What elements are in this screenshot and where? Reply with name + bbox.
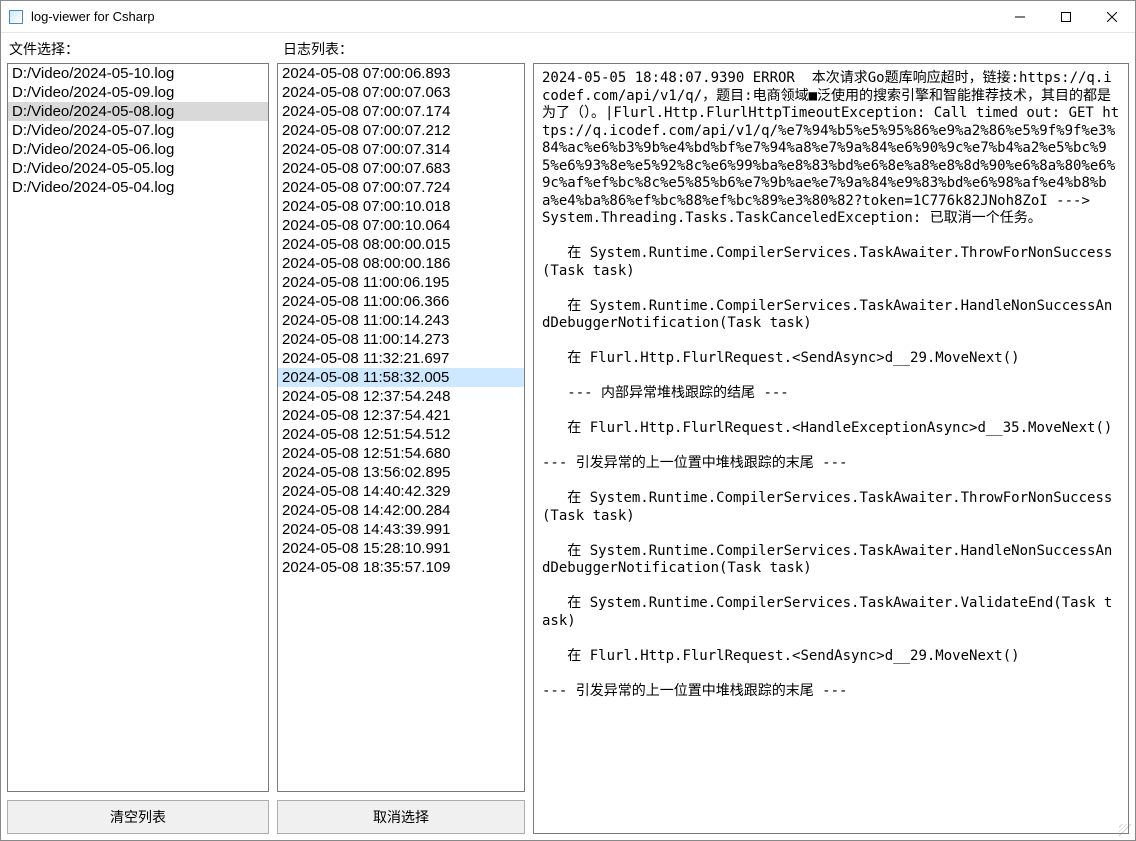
minimize-button[interactable] xyxy=(997,1,1043,32)
timestamp-list-item[interactable]: 2024-05-08 07:00:07.683 xyxy=(278,159,524,178)
timestamp-list-item[interactable]: 2024-05-08 07:00:07.724 xyxy=(278,178,524,197)
file-list-item[interactable]: D:/Video/2024-05-07.log xyxy=(8,121,268,140)
window-title: log-viewer for Csharp xyxy=(31,9,997,24)
log-detail-pane[interactable]: 2024-05-05 18:48:07.9390 ERROR 本次请求Go题库响… xyxy=(533,63,1129,834)
content-area: D:/Video/2024-05-10.logD:/Video/2024-05-… xyxy=(1,63,1135,840)
timestamp-list-item[interactable]: 2024-05-08 12:51:54.680 xyxy=(278,444,524,463)
timestamp-list-item[interactable]: 2024-05-08 07:00:10.064 xyxy=(278,216,524,235)
log-list-label: 日志列表： xyxy=(275,39,353,59)
timestamp-list-item[interactable]: 2024-05-08 07:00:06.893 xyxy=(278,64,524,83)
timestamp-list-item[interactable]: 2024-05-08 12:37:54.248 xyxy=(278,387,524,406)
app-icon xyxy=(9,10,23,24)
close-icon xyxy=(1107,12,1117,22)
timestamp-list-item[interactable]: 2024-05-08 14:40:42.329 xyxy=(278,482,524,501)
titlebar[interactable]: log-viewer for Csharp xyxy=(1,1,1135,33)
timestamp-list-item[interactable]: 2024-05-08 07:00:07.212 xyxy=(278,121,524,140)
detail-column: 2024-05-05 18:48:07.9390 ERROR 本次请求Go题库响… xyxy=(533,63,1129,834)
file-list-item[interactable]: D:/Video/2024-05-04.log xyxy=(8,178,268,197)
timestamp-list-item[interactable]: 2024-05-08 14:43:39.991 xyxy=(278,520,524,539)
file-list-item[interactable]: D:/Video/2024-05-09.log xyxy=(8,83,268,102)
timestamp-list-item[interactable]: 2024-05-08 13:56:02.895 xyxy=(278,463,524,482)
timestamp-list-item[interactable]: 2024-05-08 08:00:00.015 xyxy=(278,235,524,254)
timestamp-list-item[interactable]: 2024-05-08 15:28:10.991 xyxy=(278,539,524,558)
timestamp-list-item[interactable]: 2024-05-08 11:58:32.005 xyxy=(278,368,524,387)
timestamp-list-item[interactable]: 2024-05-08 12:51:54.512 xyxy=(278,425,524,444)
timestamp-list-item[interactable]: 2024-05-08 11:00:06.195 xyxy=(278,273,524,292)
close-button[interactable] xyxy=(1089,1,1135,32)
file-list-item[interactable]: D:/Video/2024-05-05.log xyxy=(8,159,268,178)
file-list-item[interactable]: D:/Video/2024-05-10.log xyxy=(8,64,268,83)
timestamp-list-item[interactable]: 2024-05-08 11:32:21.697 xyxy=(278,349,524,368)
timestamp-list-item[interactable]: 2024-05-08 11:00:14.243 xyxy=(278,311,524,330)
file-list-item[interactable]: D:/Video/2024-05-06.log xyxy=(8,140,268,159)
timestamp-column: 2024-05-08 07:00:06.8932024-05-08 07:00:… xyxy=(277,63,525,834)
timestamp-list-item[interactable]: 2024-05-08 14:42:00.284 xyxy=(278,501,524,520)
timestamp-list-item[interactable]: 2024-05-08 07:00:10.018 xyxy=(278,197,524,216)
column-headers: 文件选择： 日志列表： xyxy=(1,33,1135,63)
cancel-select-button[interactable]: 取消选择 xyxy=(277,800,525,834)
timestamp-list-item[interactable]: 2024-05-08 12:37:54.421 xyxy=(278,406,524,425)
file-select-label: 文件选择： xyxy=(7,39,275,59)
maximize-icon xyxy=(1061,12,1071,22)
clear-list-button[interactable]: 清空列表 xyxy=(7,800,269,834)
timestamp-list-item[interactable]: 2024-05-08 18:35:57.109 xyxy=(278,558,524,577)
file-listbox[interactable]: D:/Video/2024-05-10.logD:/Video/2024-05-… xyxy=(7,63,269,792)
resize-grip-icon[interactable] xyxy=(1119,824,1133,838)
timestamp-list-item[interactable]: 2024-05-08 07:00:07.174 xyxy=(278,102,524,121)
window-controls xyxy=(997,1,1135,32)
timestamp-listbox[interactable]: 2024-05-08 07:00:06.8932024-05-08 07:00:… xyxy=(277,63,525,792)
file-list-item[interactable]: D:/Video/2024-05-08.log xyxy=(8,102,268,121)
file-column: D:/Video/2024-05-10.logD:/Video/2024-05-… xyxy=(7,63,269,834)
timestamp-list-item[interactable]: 2024-05-08 08:00:00.186 xyxy=(278,254,524,273)
timestamp-list-item[interactable]: 2024-05-08 07:00:07.063 xyxy=(278,83,524,102)
timestamp-list-item[interactable]: 2024-05-08 07:00:07.314 xyxy=(278,140,524,159)
timestamp-list-item[interactable]: 2024-05-08 11:00:06.366 xyxy=(278,292,524,311)
main-window: log-viewer for Csharp 文件选择： 日志列表： D:/Vid… xyxy=(0,0,1136,841)
minimize-icon xyxy=(1015,12,1025,22)
timestamp-list-item[interactable]: 2024-05-08 11:00:14.273 xyxy=(278,330,524,349)
maximize-button[interactable] xyxy=(1043,1,1089,32)
